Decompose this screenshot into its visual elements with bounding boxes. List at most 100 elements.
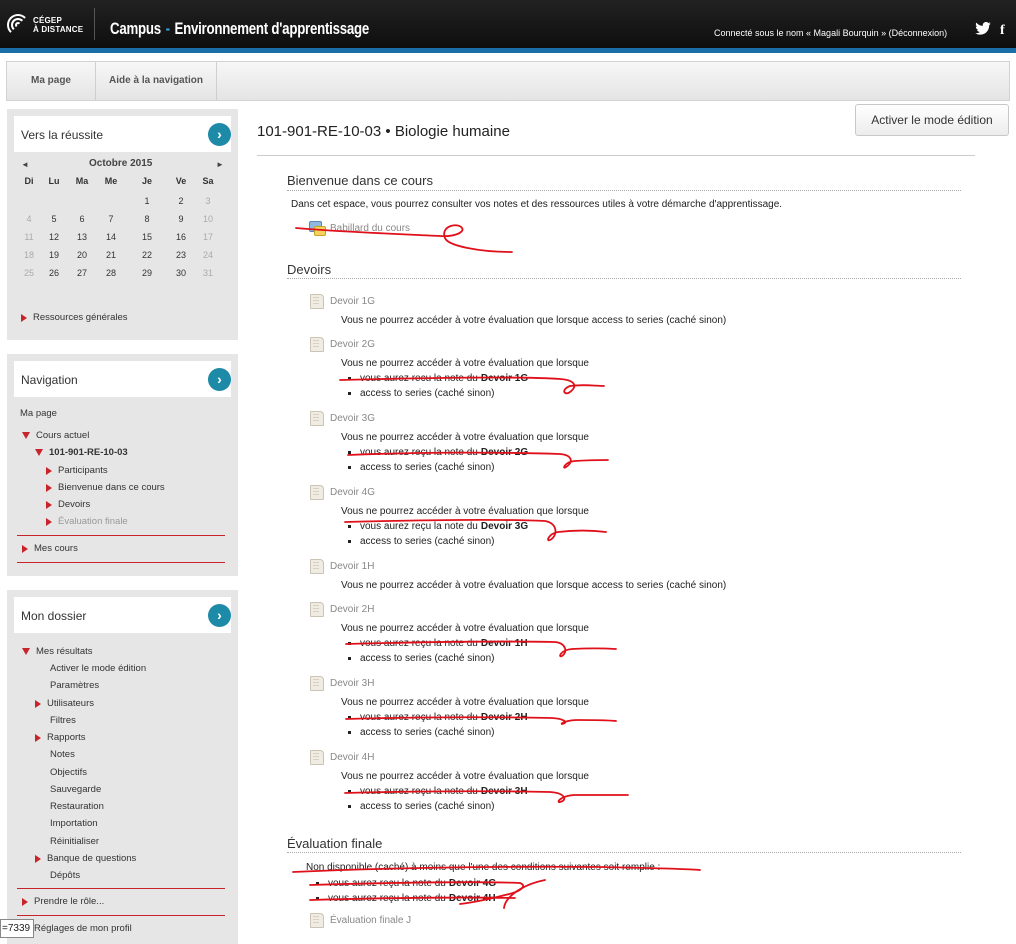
calendar-day[interactable]: 13 <box>71 232 93 242</box>
calendar-next-icon[interactable]: ► <box>216 160 224 169</box>
calendar-day[interactable]: 26 <box>43 268 65 278</box>
dossier-reset[interactable]: Réinitialiser <box>50 836 99 847</box>
calendar-day[interactable]: 30 <box>170 268 192 278</box>
dossier-question-bank[interactable]: Banque de questions <box>35 853 136 864</box>
dossier-filters[interactable]: Filtres <box>50 715 76 726</box>
calendar-day[interactable]: 19 <box>43 250 65 260</box>
calendar-day[interactable]: 8 <box>136 214 158 224</box>
section-final-heading: Évaluation finale <box>287 836 383 851</box>
assignment-link[interactable]: Devoir 4H <box>309 750 374 765</box>
nav-my-page[interactable]: Ma page <box>7 62 96 100</box>
calendar-day[interactable]: 5 <box>43 214 65 224</box>
final-unavailable-text: Non disponible (caché) à moins que l'une… <box>306 862 661 873</box>
calendar-day-header: Je <box>141 176 152 186</box>
calendar-day[interactable]: 4 <box>18 214 40 224</box>
expand-icon <box>35 733 41 742</box>
calendar-day[interactable]: 24 <box>197 250 219 260</box>
calendar-day[interactable]: 21 <box>100 250 122 260</box>
dossier-outcomes[interactable]: Objectifs <box>50 767 87 778</box>
dossier-restore[interactable]: Restauration <box>50 801 104 812</box>
section-assignments-heading: Devoirs <box>287 262 332 277</box>
chevron-right-icon[interactable]: › <box>208 123 231 146</box>
app-title[interactable]: Campus - Environnement d'apprentissage <box>110 19 369 39</box>
resources-link[interactable]: Ressources générales <box>21 312 128 323</box>
dossier-switch-role[interactable]: Prendre le rôle... <box>22 896 104 907</box>
chevron-right-icon[interactable]: › <box>208 368 231 391</box>
expand-icon <box>46 466 52 475</box>
nav-item-assignments[interactable]: Devoirs <box>46 499 90 510</box>
dossier-settings[interactable]: Paramètres <box>50 680 99 691</box>
assignment-link[interactable]: Devoir 3H <box>309 676 374 691</box>
calendar-day[interactable]: 7 <box>100 214 122 224</box>
calendar-day-header: Lu <box>48 176 60 186</box>
nav-item-welcome[interactable]: Bienvenue dans ce cours <box>46 482 165 493</box>
dossier-backup[interactable]: Sauvegarde <box>50 784 101 795</box>
calendar-day[interactable]: 29 <box>136 268 158 278</box>
nav-current-course[interactable]: Cours actuel <box>22 430 89 441</box>
final-evaluation-link[interactable]: Évaluation finale J <box>309 913 411 928</box>
forum-link[interactable]: Babillard du cours <box>309 221 410 236</box>
calendar-day[interactable]: 12 <box>43 232 65 242</box>
calendar-day[interactable]: 10 <box>197 214 219 224</box>
nav-course-code[interactable]: 101-901-RE-10-03 <box>35 447 128 458</box>
document-icon <box>309 294 325 309</box>
restriction-text: Vous ne pourrez accéder à votre évaluati… <box>341 697 589 708</box>
facebook-icon[interactable]: f <box>1000 23 1005 39</box>
calendar-day[interactable]: 14 <box>100 232 122 242</box>
dossier-import[interactable]: Importation <box>50 818 98 829</box>
chevron-right-icon[interactable]: › <box>208 604 231 627</box>
dossier-reports[interactable]: Rapports <box>35 732 86 743</box>
calendar-day[interactable]: 6 <box>71 214 93 224</box>
nav-item-participants[interactable]: Participants <box>46 465 108 476</box>
dossier-profile-settings[interactable]: Réglages de mon profil <box>22 923 132 934</box>
edit-mode-button[interactable]: Activer le mode édition <box>855 104 1009 136</box>
calendar-day[interactable]: 11 <box>18 232 40 242</box>
calendar-day[interactable]: 17 <box>197 232 219 242</box>
dossier-results[interactable]: Mes résultats <box>22 646 93 657</box>
calendar-day[interactable]: 28 <box>100 268 122 278</box>
document-icon <box>309 485 325 500</box>
calendar-day[interactable]: 31 <box>197 268 219 278</box>
assignment-link[interactable]: Devoir 4G <box>309 485 375 500</box>
nav-help[interactable]: Aide à la navigation <box>96 62 217 100</box>
nav-item-final[interactable]: Évaluation finale <box>46 516 128 527</box>
collapse-icon <box>22 432 30 439</box>
calendar-day[interactable]: 16 <box>170 232 192 242</box>
calendar-month[interactable]: Octobre 2015 <box>89 158 152 169</box>
calendar-day[interactable]: 3 <box>197 196 219 206</box>
calendar-day[interactable]: 20 <box>71 250 93 260</box>
divider <box>17 535 225 536</box>
nav-my-page-link[interactable]: Ma page <box>20 408 57 419</box>
dossier-grades[interactable]: Notes <box>50 749 75 760</box>
logo-icon <box>7 14 29 36</box>
calendar-day[interactable]: 2 <box>170 196 192 206</box>
calendar-day[interactable]: 1 <box>136 196 158 206</box>
nav-my-courses[interactable]: Mes cours <box>22 543 78 554</box>
calendar-day[interactable]: 15 <box>136 232 158 242</box>
dossier-repositories[interactable]: Dépôts <box>50 870 80 881</box>
assignment-link[interactable]: Devoir 2H <box>309 602 374 617</box>
status-tooltip: =7339 <box>0 919 34 938</box>
restriction-condition: access to series (caché sinon) <box>346 388 495 399</box>
dossier-users[interactable]: Utilisateurs <box>35 698 94 709</box>
calendar-day[interactable]: 23 <box>170 250 192 260</box>
calendar-day[interactable]: 25 <box>18 268 40 278</box>
calendar-day[interactable]: 27 <box>71 268 93 278</box>
assignment-link[interactable]: Devoir 1H <box>309 559 374 574</box>
logo-divider <box>94 8 95 40</box>
expand-icon <box>22 897 28 906</box>
restriction-condition: vous aurez reçu la note du Devoir 3G <box>346 521 528 532</box>
assignment-link[interactable]: Devoir 1G <box>309 294 375 309</box>
calendar-prev-icon[interactable]: ◄ <box>21 160 29 169</box>
calendar-day[interactable]: 18 <box>18 250 40 260</box>
cegep-logo[interactable]: CÉGEP À DISTANCE <box>7 11 97 39</box>
block-success: Vers la réussite › ◄ Octobre 2015 ► Di Lu… <box>7 109 238 340</box>
dossier-edit-mode[interactable]: Activer le mode édition <box>50 663 146 674</box>
assignment-link[interactable]: Devoir 2G <box>309 337 375 352</box>
twitter-icon[interactable] <box>975 21 991 38</box>
login-info[interactable]: Connecté sous le nom « Magali Bourquin »… <box>714 28 947 38</box>
block-header: Vers la réussite › <box>14 116 231 152</box>
calendar-day[interactable]: 22 <box>136 250 158 260</box>
assignment-link[interactable]: Devoir 3G <box>309 411 375 426</box>
calendar-day[interactable]: 9 <box>170 214 192 224</box>
